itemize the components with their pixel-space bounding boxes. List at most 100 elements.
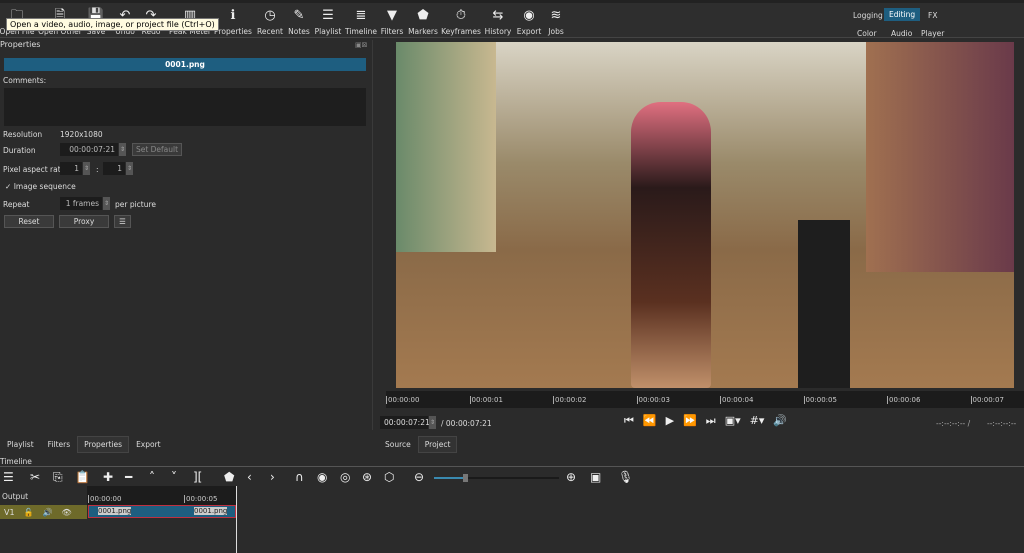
out-point: --:--:--:-- — [987, 419, 1017, 428]
par-numerator-input[interactable]: 1 — [60, 162, 82, 175]
filter-icon: ▼ — [387, 8, 397, 23]
par-denominator-input[interactable]: 1 — [103, 162, 125, 175]
tab-filters[interactable]: Filters — [41, 436, 77, 453]
ripple-icon[interactable]: ◎ — [340, 470, 350, 484]
ruler-tick: 00:00:05 — [184, 495, 218, 503]
clip-label-start: 0001.png — [98, 507, 132, 515]
fast-forward-icon[interactable]: ⏩ — [683, 414, 697, 428]
toolbar-button-properties[interactable]: ℹ Properties — [213, 7, 253, 36]
ripple-all-icon[interactable]: ⊛ — [362, 470, 372, 484]
skip-next-icon[interactable]: ⏭ — [706, 414, 716, 428]
duration-label: Duration — [3, 146, 36, 155]
skip-previous-icon[interactable]: ⏮ — [624, 414, 634, 428]
duration-spinner[interactable]: ⇕ — [119, 143, 126, 156]
output-label: Output — [2, 492, 29, 501]
repeat-label: Repeat — [3, 200, 30, 209]
workspace-color[interactable]: Color — [852, 27, 882, 40]
notes-icon: ✎ — [293, 8, 305, 23]
zoom-slider[interactable] — [434, 474, 559, 482]
copy-icon[interactable]: ⎘ — [53, 470, 63, 485]
scrub-icon[interactable]: ◉ — [317, 470, 327, 484]
toolbar-button-markers[interactable]: ⬟ Markers — [403, 7, 443, 36]
ruler-tick: 00:00:02 — [553, 396, 587, 404]
tab-properties[interactable]: Properties — [77, 436, 130, 453]
mute-icon[interactable]: 🔊 — [43, 508, 53, 517]
append-icon[interactable]: ✚ — [103, 470, 113, 484]
ripple-markers-icon[interactable]: ⬡ — [384, 470, 394, 484]
workspace-audio[interactable]: Audio — [886, 27, 917, 40]
playhead[interactable] — [236, 486, 237, 553]
clip-name-field[interactable]: 0001.png — [4, 58, 366, 71]
toolbar-label: Playlist — [314, 27, 342, 36]
toolbar-button-jobs[interactable]: ≋ Jobs — [536, 7, 576, 36]
workspace-logging[interactable]: Logging — [848, 9, 888, 22]
timeline-ruler[interactable]: 00:00:00 00:00:05 — [87, 486, 237, 505]
zoom-in-icon[interactable]: ⊕ — [566, 470, 576, 484]
database-icon: ≋ — [550, 8, 562, 23]
disc-icon: ◉ — [523, 8, 535, 23]
toolbar-button-keyframes[interactable]: ⏱ Keyframes — [441, 7, 481, 36]
timeline-clip[interactable]: 0001.png 0001.png — [88, 505, 236, 518]
video-preview — [396, 42, 1014, 388]
list-icon: ☰ — [322, 8, 334, 23]
toolbar-label: Notes — [288, 27, 310, 36]
lift-icon[interactable]: ˄ — [149, 470, 155, 484]
splitter[interactable] — [372, 40, 373, 430]
clip-label-end: 0001.png — [194, 507, 228, 515]
pixel-aspect-ratio-label: Pixel aspect ratio — [3, 165, 68, 174]
ruler-tick: 00:00:00 — [386, 396, 420, 404]
set-default-button[interactable]: Set Default — [132, 143, 182, 156]
reset-button[interactable]: Reset — [4, 215, 54, 228]
previous-marker-icon[interactable]: ‹ — [247, 470, 252, 484]
timeline-menu-icon[interactable]: ☰ — [3, 470, 14, 484]
position-input[interactable]: 00:00:07:21 — [380, 416, 430, 429]
par-denominator-spinner[interactable]: ⇕ — [126, 162, 133, 175]
par-separator: : — [96, 165, 99, 174]
grid-icon[interactable]: #▾ — [750, 414, 765, 428]
repeat-input[interactable]: 1 frames — [60, 197, 102, 210]
marker-icon[interactable]: ⬟ — [224, 470, 234, 484]
comments-input[interactable] — [4, 88, 366, 126]
volume-icon[interactable]: 🔊 — [773, 414, 787, 428]
lock-icon[interactable]: 🔓 — [24, 508, 34, 517]
remove-icon[interactable]: ━ — [125, 470, 132, 484]
ruler-tick: 00:00:00 — [88, 495, 122, 503]
duration-input[interactable]: 00:00:07:21 — [60, 143, 118, 156]
ruler-tick: 00:00:06 — [887, 396, 921, 404]
snap-icon[interactable]: ∩ — [295, 470, 304, 484]
tab-project[interactable]: Project — [417, 436, 458, 453]
player-ruler[interactable]: 00:00:00 00:00:01 00:00:02 00:00:03 00:00:04… — [386, 391, 1024, 408]
workspace-fx[interactable]: FX — [923, 9, 942, 22]
next-marker-icon[interactable]: › — [270, 470, 275, 484]
workspace-player[interactable]: Player — [916, 27, 949, 40]
hide-icon[interactable]: 👁 — [62, 508, 72, 517]
tab-playlist[interactable]: Playlist — [0, 436, 41, 453]
cut-icon[interactable]: ✂ — [30, 470, 40, 484]
workspace-editing[interactable]: Editing — [884, 8, 921, 21]
comments-label: Comments: — [3, 76, 47, 85]
record-audio-icon[interactable]: 🎙 — [618, 470, 633, 484]
clock-icon: ◷ — [264, 8, 276, 23]
stopwatch-icon: ⏱ — [455, 8, 467, 23]
position-spinner[interactable]: ⇕ — [429, 416, 436, 429]
paste-icon[interactable]: 📋 — [75, 470, 90, 484]
check-icon: ✓ — [5, 182, 12, 191]
overwrite-icon[interactable]: ˅ — [171, 470, 177, 484]
proxy-button[interactable]: Proxy — [59, 215, 109, 228]
tab-export[interactable]: Export — [129, 436, 168, 453]
in-point: --:--:--:-- / — [936, 419, 971, 428]
track-name: V1 — [4, 507, 15, 517]
zoom-fit-timeline-icon[interactable]: ▣ — [590, 470, 601, 484]
zoom-out-icon[interactable]: ⊖ — [414, 470, 424, 484]
track-header-v1[interactable]: V1 🔓 🔊 👁 — [0, 505, 87, 519]
dock-float-close-icon[interactable]: ▣⊠ — [355, 41, 367, 49]
par-numerator-spinner[interactable]: ⇕ — [83, 162, 90, 175]
image-sequence-checkbox[interactable]: ✓ Image sequence — [5, 182, 76, 191]
split-icon[interactable]: ][ — [193, 470, 202, 484]
menu-button[interactable]: ☰ — [114, 215, 131, 228]
repeat-spinner[interactable]: ⇕ — [103, 197, 110, 210]
tab-source[interactable]: Source — [378, 436, 418, 453]
zoom-fit-icon[interactable]: ▣▾ — [725, 414, 741, 428]
rewind-icon[interactable]: ⏪ — [643, 414, 657, 428]
play-icon[interactable]: ▶ — [666, 414, 674, 428]
